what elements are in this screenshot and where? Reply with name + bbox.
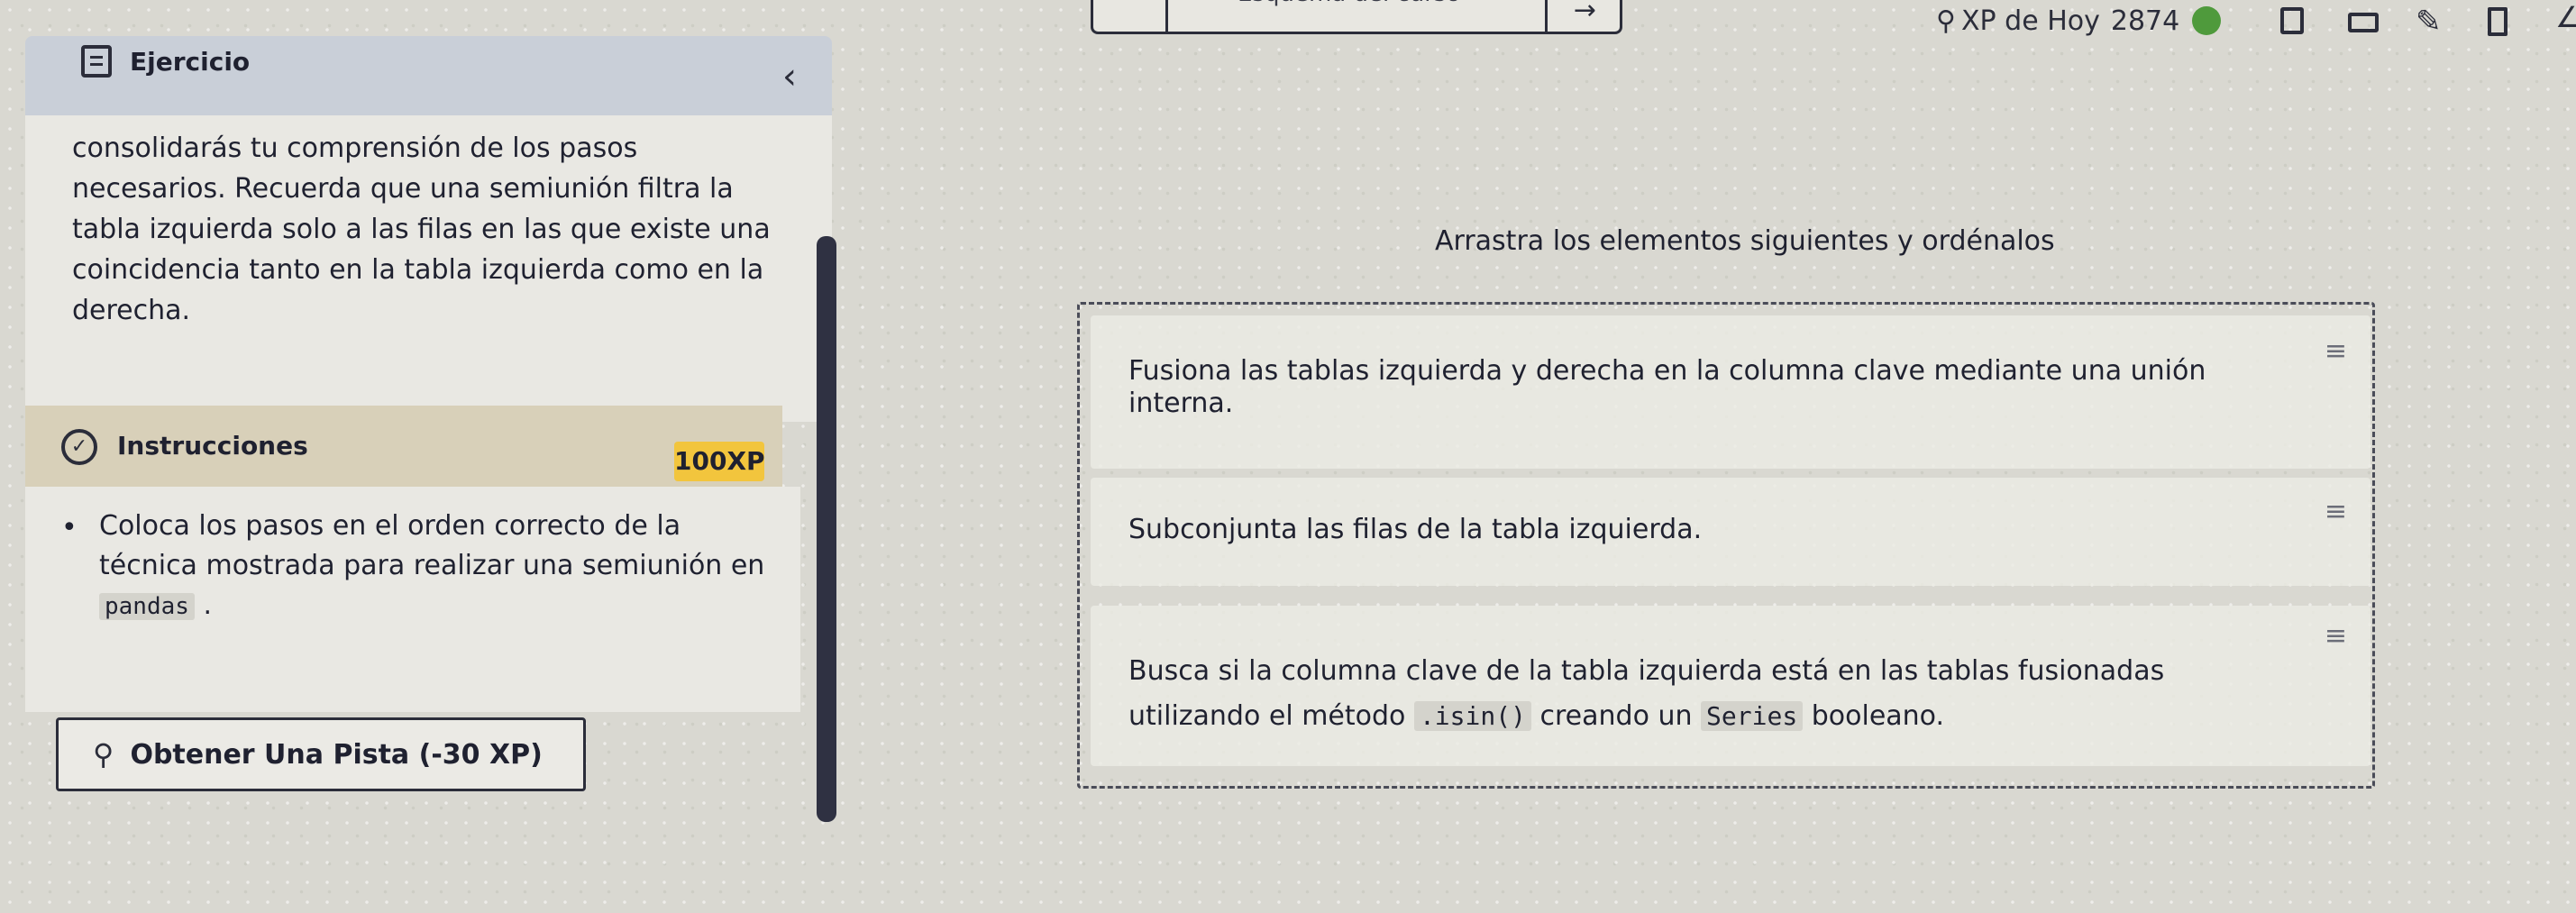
drag-handle-icon[interactable]: ≡ [2325, 335, 2347, 367]
drag-item-text-mid: creando un [1539, 700, 1693, 732]
lightbulb-icon: ⚲ [93, 737, 114, 771]
exercise-body: consolidarás tu comprensión de los pasos… [72, 132, 771, 326]
check-circle-icon: ✓ [61, 429, 97, 465]
isin-code: .isin() [1413, 701, 1531, 731]
drag-item-text: Busca si la columna clave de la tabla iz… [1128, 649, 2282, 739]
drag-handle-icon[interactable]: ≡ [2325, 620, 2347, 652]
series-code: Series [1701, 701, 1804, 731]
instructions-header: ✓ Instrucciones 100XP [25, 406, 782, 487]
drag-item-text: Fusiona las tablas izquierda y derecha e… [1128, 355, 2206, 419]
video-icon[interactable] [2348, 13, 2379, 32]
lightbulb-icon: ⚲ [1936, 5, 1956, 37]
scrollbar[interactable] [817, 236, 836, 822]
drag-handle-icon[interactable]: ≡ [2325, 496, 2347, 527]
daily-xp: ⚲ XP de Hoy 2874 [1936, 2, 2222, 40]
notes-icon[interactable] [2488, 7, 2507, 36]
exercise-description: consolidarás tu comprensión de los pasos… [25, 115, 832, 422]
chevron-left-icon[interactable]: ‹ [782, 56, 797, 97]
tab-divider [1165, 0, 1168, 32]
exercise-title: Ejercicio [130, 47, 251, 77]
drag-item[interactable]: Busca si la columna clave de la tabla iz… [1091, 606, 2370, 766]
get-hint-button[interactable]: ⚲ Obtener Una Pista (-30 XP) [56, 717, 586, 791]
xp-badge: 100XP [674, 442, 765, 481]
slides-icon[interactable] [2280, 7, 2304, 34]
drag-item[interactable]: Subconjunta las filas de la tabla izquie… [1091, 478, 2370, 586]
daily-xp-value: 2874 [2110, 5, 2180, 37]
streak-indicator [2192, 6, 2222, 35]
feedback-icon[interactable]: ∠ [2555, 0, 2576, 34]
instruction-text-end: . [203, 589, 213, 621]
instructions-body: • Coloca los pasos en el orden correcto … [25, 487, 800, 712]
tab-divider [1545, 0, 1548, 32]
exercise-header: Ejercicio ‹ [25, 36, 832, 115]
left-panel: Ejercicio ‹ consolidarás tu comprensión … [25, 36, 836, 847]
drag-item-text-end: booleano. [1811, 700, 1945, 732]
document-icon [81, 45, 112, 78]
daily-xp-label: XP de Hoy [1960, 5, 2100, 37]
arrow-right-icon[interactable]: → [1574, 0, 1596, 26]
instruction-text: Coloca los pasos en el orden correcto de… [99, 507, 784, 626]
pandas-code: pandas [99, 593, 195, 620]
drag-item[interactable]: Fusiona las tablas izquierda y derecha e… [1091, 315, 2370, 469]
instructions-title: Instrucciones [117, 431, 308, 461]
instruction-text-main: Coloca los pasos en el orden correcto de… [99, 510, 765, 581]
drag-item-text: Subconjunta las filas de la tabla izquie… [1128, 514, 1703, 545]
get-hint-label: Obtener Una Pista (-30 XP) [130, 738, 543, 771]
bullet-point: • [61, 512, 78, 543]
course-outline-label: Esquema del curso [1238, 0, 1460, 7]
pencil-icon[interactable]: ✎ [2416, 4, 2442, 40]
drag-prompt: Arrastra los elementos siguientes y ordé… [1435, 225, 2055, 257]
course-outline-tab[interactable]: Esquema del curso → [1091, 0, 1622, 34]
